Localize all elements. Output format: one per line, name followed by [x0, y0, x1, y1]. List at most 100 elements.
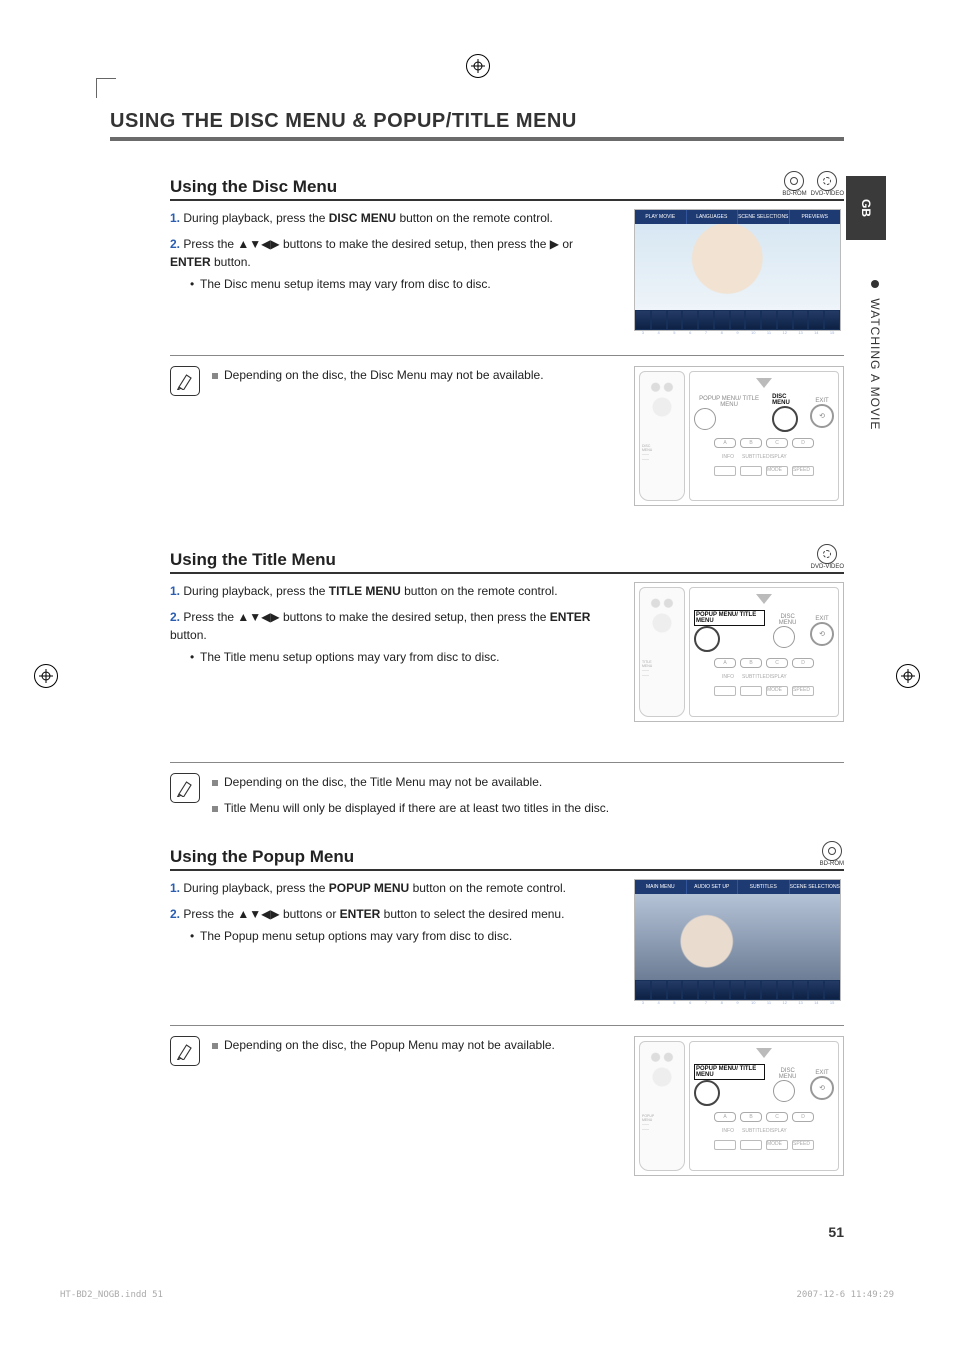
- button-name: ENTER: [340, 907, 381, 921]
- bullet-icon: [212, 780, 218, 786]
- remote-icon: POPUPMENU————: [639, 1041, 685, 1171]
- menu-tab: MAIN MENU: [635, 880, 687, 894]
- step-text: Press the: [183, 610, 237, 624]
- step-text: buttons to make the desired setup, then …: [280, 237, 550, 251]
- remote-button: B: [740, 658, 762, 668]
- button-name: ENTER: [170, 255, 211, 269]
- remote-label: DISPLAY: [766, 454, 786, 460]
- menu-tab: LANGUAGES: [687, 210, 739, 224]
- step-text: or: [559, 237, 573, 251]
- bullet-icon: [871, 280, 879, 288]
- play-icon: ▶: [550, 237, 559, 251]
- step-number: 1.: [170, 881, 180, 895]
- remote-button: D: [792, 438, 814, 448]
- remote-diagram: DISCMENU———— POPUP MENU/ TITLE MENU DISC…: [634, 366, 844, 506]
- section-heading-title: Using the Title Menu: [170, 550, 336, 570]
- remote-button-highlight: [694, 626, 720, 652]
- page-number: 51: [828, 1224, 844, 1240]
- remote-label: SUBTITLE: [742, 1128, 762, 1134]
- remote-button: C: [766, 438, 788, 448]
- step-text: button.: [170, 628, 207, 642]
- menu-tab: PLAY MOVIE: [635, 210, 687, 224]
- remote-diagram: TITLEMENU———— POPUP MENU/ TITLE MENU DIS…: [634, 582, 844, 722]
- remote-label: [790, 674, 810, 680]
- button-name: TITLE MENU: [329, 584, 401, 598]
- remote-button: D: [792, 1112, 814, 1122]
- remote-label-highlight: DISC MENU: [772, 394, 802, 406]
- remote-button: [740, 466, 762, 476]
- remote-label: INFO: [718, 1128, 738, 1134]
- remote-label: SUBTITLE: [742, 674, 762, 680]
- remote-button: [773, 626, 795, 648]
- note-text: Title Menu will only be displayed if the…: [224, 801, 609, 815]
- remote-button: MODE: [766, 686, 788, 696]
- remote-button: [694, 408, 716, 430]
- note-icon: [170, 773, 200, 803]
- step-text: During playback, press the: [183, 584, 328, 598]
- dvd-video-icon: DVD-VIDEO: [811, 544, 844, 570]
- remote-button: [740, 686, 762, 696]
- remote-button: ⟲: [810, 404, 834, 428]
- menu-tab: SUBTITLES: [738, 880, 790, 894]
- remote-label: EXIT: [810, 1070, 834, 1076]
- remote-label: EXIT: [810, 616, 834, 622]
- remote-label: POPUP MENU/ TITLE MENU: [694, 396, 764, 408]
- remote-label: EXIT: [810, 398, 834, 404]
- manual-page: GB WATCHING A MOVIE USING THE DISC MENU …: [0, 0, 954, 1350]
- bd-rom-icon: BD-ROM: [820, 841, 844, 867]
- button-name: DISC MENU: [329, 211, 396, 225]
- menu-tab: AUDIO SET UP: [687, 880, 739, 894]
- menu-tab: SCENE SELECTIONS: [738, 210, 790, 224]
- remote-button: B: [740, 438, 762, 448]
- step-text: button on the remote control.: [401, 584, 558, 598]
- remote-label: DISC MENU: [773, 614, 802, 626]
- remote-button: ⟲: [810, 1076, 834, 1100]
- remote-button: [714, 686, 736, 696]
- dpad-arrow-icon: [756, 378, 772, 388]
- remote-button-highlight: [694, 1080, 720, 1106]
- remote-label: DISPLAY: [766, 674, 786, 680]
- timestamp-label: 2007-12-6 11:49:29: [796, 1290, 894, 1300]
- note-text: Depending on the disc, the Title Menu ma…: [224, 775, 542, 789]
- step-text: button on the remote control.: [409, 881, 566, 895]
- remote-label: INFO: [718, 454, 738, 460]
- page-title: USING THE DISC MENU & POPUP/TITLE MENU: [110, 110, 844, 141]
- step-text: Press the: [183, 907, 237, 921]
- button-name: ENTER: [550, 610, 591, 624]
- step-number: 2.: [170, 610, 180, 624]
- remote-button: [740, 1140, 762, 1150]
- remote-button: SPEED: [792, 1140, 814, 1150]
- source-file-label: HT-BD2_NOGB.indd 51: [60, 1290, 163, 1300]
- bullet-icon: [212, 1043, 218, 1049]
- step-number: 2.: [170, 907, 180, 921]
- language-tab: GB: [846, 176, 886, 240]
- dpad-arrow-icon: [756, 594, 772, 604]
- remote-label: DISC MENU: [773, 1068, 802, 1080]
- step-text: button on the remote control.: [396, 211, 553, 225]
- menu-tab: SCENE SELECTIONS: [790, 880, 841, 894]
- remote-button: C: [766, 658, 788, 668]
- step-sub: The Popup menu setup options may vary fr…: [200, 927, 614, 945]
- remote-icon: DISCMENU————: [639, 371, 685, 501]
- page-content: USING THE DISC MENU & POPUP/TITLE MENU U…: [110, 110, 844, 1240]
- step-text: During playback, press the: [183, 881, 328, 895]
- remote-diagram: POPUPMENU———— POPUP MENU/ TITLE MENU DIS…: [634, 1036, 844, 1176]
- step-text: buttons or: [280, 907, 340, 921]
- remote-label: INFO: [718, 674, 738, 680]
- crop-mark: [96, 78, 116, 79]
- step-text: Press the: [183, 237, 237, 251]
- arrow-icons: ▲▼◀▶: [237, 610, 279, 624]
- step-text: During playback, press the: [183, 211, 328, 225]
- step-text: button to select the desired menu.: [380, 907, 564, 921]
- remote-label: [790, 1128, 810, 1134]
- step-number: 1.: [170, 211, 180, 225]
- remote-label: SUBTITLE: [742, 454, 762, 460]
- remote-button: [773, 1080, 795, 1102]
- remote-button: MODE: [766, 1140, 788, 1150]
- example-screenshot: MAIN MENU AUDIO SET UP SUBTITLES SCENE S…: [634, 879, 841, 1001]
- chapter-side-label: WATCHING A MOVIE: [868, 280, 882, 430]
- step-text: button.: [211, 255, 251, 269]
- remote-button: SPEED: [792, 686, 814, 696]
- print-footer: HT-BD2_NOGB.indd 51 2007-12-6 11:49:29: [60, 1290, 894, 1300]
- menu-tab: PREVIEWS: [790, 210, 841, 224]
